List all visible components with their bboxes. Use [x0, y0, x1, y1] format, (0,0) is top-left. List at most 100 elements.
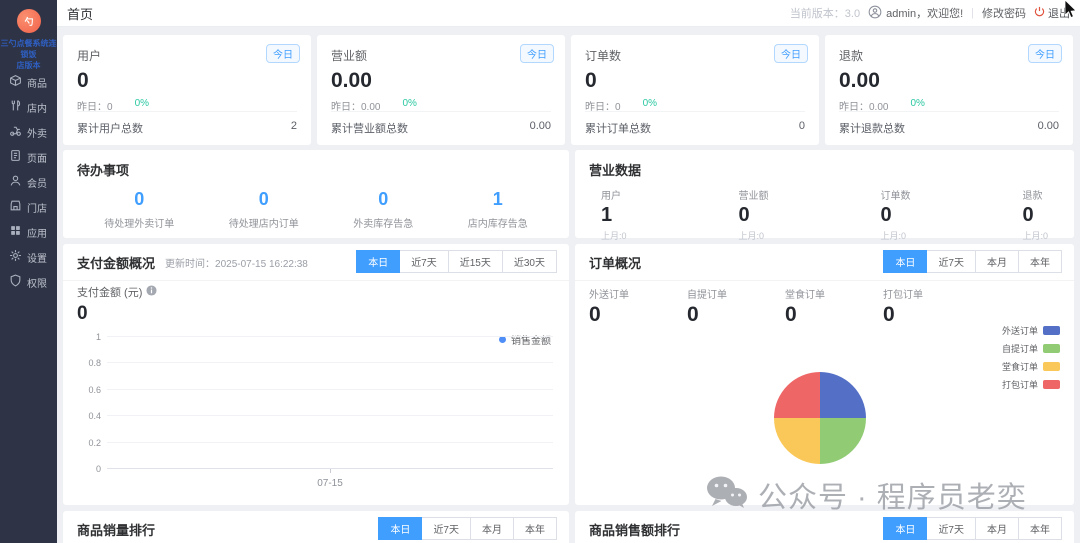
- business-item: 订单数 0 上月:0: [880, 187, 910, 242]
- gridline: 1: [96, 332, 553, 342]
- order-stat: 打包订单 0: [883, 286, 981, 327]
- todo-count: 0: [134, 189, 145, 209]
- todo-item[interactable]: 0 外卖库存告急: [353, 189, 413, 230]
- filter-today-button[interactable]: 本日: [883, 517, 928, 540]
- order-stat-label: 打包订单: [883, 290, 923, 301]
- section-title: 待办事项: [77, 163, 130, 178]
- gridline: 0.8: [88, 358, 553, 368]
- order-stat-value: 0: [687, 303, 699, 326]
- metric-value: 0: [738, 204, 750, 226]
- filter-30days-button[interactable]: 近30天: [501, 250, 557, 273]
- y-tick: 0.4: [88, 411, 101, 422]
- metric-sub: 上月:0: [1022, 231, 1048, 241]
- pie-legend-item[interactable]: 堂食订单: [1002, 360, 1060, 373]
- filter-7days-button[interactable]: 近7天: [421, 517, 471, 540]
- gear-icon: [9, 249, 22, 267]
- todo-label: 外卖库存告急: [353, 219, 414, 230]
- chart-legend[interactable]: 销售金额: [499, 332, 551, 347]
- sidebar-item-apps[interactable]: 应用: [0, 220, 57, 245]
- stat-value: 0.00: [839, 69, 880, 92]
- order-stat: 堂食订单 0: [785, 286, 883, 327]
- date-filter-group: 本日 近7天 本月 本年: [883, 517, 1062, 540]
- order-stat-label: 外送订单: [589, 290, 629, 301]
- scooter-icon: [9, 124, 22, 142]
- todo-item[interactable]: 0 待处理外卖订单: [104, 189, 174, 230]
- metric-label-text: 支付金额 (元): [77, 287, 143, 299]
- sidebar-item-label: 门店: [27, 204, 47, 215]
- metric-label: 用户: [601, 191, 621, 202]
- stat-card-users: 用户 今日 0 昨日：0 0% 累计用户总数 2: [63, 35, 311, 145]
- filter-year-button[interactable]: 本年: [1018, 517, 1062, 540]
- filter-today-button[interactable]: 本日: [883, 250, 928, 273]
- sidebar-item-label: 外卖: [27, 129, 47, 140]
- pie-legend-item[interactable]: 打包订单: [1002, 378, 1060, 391]
- filter-15days-button[interactable]: 近15天: [447, 250, 503, 273]
- sidebar-item-instore[interactable]: 店内: [0, 95, 57, 120]
- filter-7days-button[interactable]: 近7天: [399, 250, 449, 273]
- brand-line1: 三勺点餐系统连锁饭: [0, 39, 57, 59]
- payment-metric: 支付金额 (元) 0: [77, 284, 157, 325]
- sidebar-item-settings[interactable]: 设置: [0, 245, 57, 270]
- legend-label: 销售金额: [511, 336, 551, 347]
- sidebar-item-pages[interactable]: 页面: [0, 145, 57, 170]
- metric-label: 营业额: [738, 191, 769, 202]
- pie-legend: 外送订单 自提订单 堂食订单 打包订单: [1002, 324, 1060, 396]
- business-item: 退款 0 上月:0: [1022, 187, 1048, 242]
- goods-icon: [9, 74, 22, 92]
- filter-7days-button[interactable]: 近7天: [926, 517, 976, 540]
- filter-year-button[interactable]: 本年: [1018, 250, 1062, 273]
- sidebar-item-takeout[interactable]: 外卖: [0, 120, 57, 145]
- filter-7days-button[interactable]: 近7天: [926, 250, 976, 273]
- sidebar-item-member[interactable]: 会员: [0, 170, 57, 195]
- top-header: 首页 当前版本：3.0 admin，欢迎您! | 修改密码 退出: [57, 0, 1080, 27]
- pie-legend-item[interactable]: 外送订单: [1002, 324, 1060, 337]
- metric-sub: 上月:0: [601, 231, 627, 241]
- pie-swatch-icon: [1043, 380, 1060, 389]
- filter-year-button[interactable]: 本年: [513, 517, 557, 540]
- gridline: 0.6: [88, 385, 553, 395]
- info-icon[interactable]: [146, 285, 157, 299]
- stat-value: 0: [77, 69, 89, 92]
- total-label: 累计退款总数: [839, 123, 905, 135]
- total-label: 累计订单总数: [585, 123, 651, 135]
- todo-count: 0: [258, 189, 269, 209]
- total-value: 0.00: [1037, 120, 1059, 132]
- total-value: 0.00: [529, 120, 551, 132]
- sidebar-item-store[interactable]: 门店: [0, 195, 57, 220]
- utensils-icon: [9, 99, 22, 117]
- change-password-link[interactable]: 修改密码: [982, 5, 1026, 21]
- order-stat-label: 堂食订单: [785, 290, 825, 301]
- pie-swatch-icon: [1043, 362, 1060, 371]
- order-stat-value: 0: [785, 303, 797, 326]
- order-stat: 外送订单 0: [589, 286, 687, 327]
- filter-month-button[interactable]: 本月: [975, 517, 1019, 540]
- date-filter-group: 本日 近7天 本月 本年: [883, 250, 1062, 273]
- filter-month-button[interactable]: 本月: [975, 250, 1019, 273]
- filter-today-button[interactable]: 本日: [378, 517, 423, 540]
- y-tick: 0.6: [88, 384, 101, 395]
- stat-title: 营业额: [331, 49, 368, 63]
- payment-metric-value: 0: [77, 303, 88, 324]
- avatar-icon: [868, 5, 882, 22]
- metric-sub: 上月:0: [880, 231, 906, 241]
- stat-title: 订单数: [585, 49, 622, 63]
- filter-month-button[interactable]: 本月: [470, 517, 514, 540]
- section-title: 营业数据: [589, 163, 642, 178]
- total-value: 0: [798, 120, 805, 132]
- stat-value: 0: [585, 69, 597, 92]
- member-icon: [9, 174, 22, 192]
- section-title: 支付金额概况: [77, 256, 156, 271]
- sidebar: 勺 三勺点餐系统连锁饭 店版本 商品 店内 外卖 页面 会员 门店 应用 设置 …: [0, 0, 57, 543]
- todo-item[interactable]: 1 店内库存告急: [468, 189, 528, 230]
- sidebar-item-goods[interactable]: 商品: [0, 70, 57, 95]
- app-logo: 勺: [17, 9, 41, 33]
- filter-today-button[interactable]: 本日: [356, 250, 401, 273]
- section-title: 商品销量排行: [77, 523, 156, 538]
- todo-item[interactable]: 0 待处理店内订单: [229, 189, 299, 230]
- order-pie[interactable]: [774, 372, 866, 464]
- sidebar-item-permission[interactable]: 权限: [0, 270, 57, 295]
- x-tick-mark: [330, 469, 331, 473]
- stat-card-refund: 退款 今日 0.00 昨日：0.00 0% 累计退款总数 0.00: [825, 35, 1073, 145]
- todo-count: 1: [492, 189, 503, 209]
- pie-legend-item[interactable]: 自提订单: [1002, 342, 1060, 355]
